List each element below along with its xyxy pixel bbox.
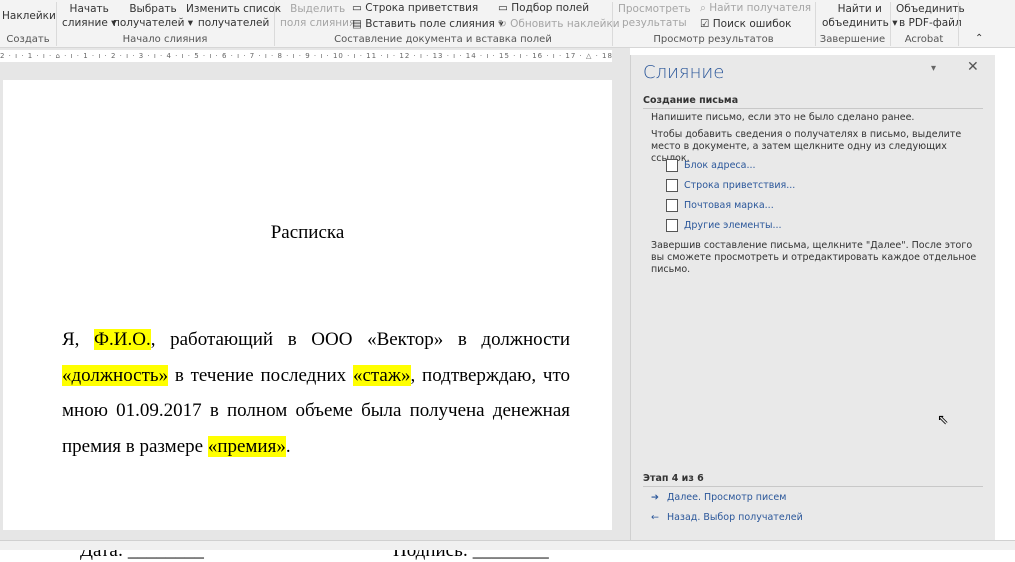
next-step-link[interactable]: ➔ Далее. Просмотр писем (651, 492, 786, 503)
group-label: Завершение (819, 34, 886, 45)
previous-step-link[interactable]: ← Назад. Выбор получателей (651, 512, 803, 523)
horizontal-ruler[interactable]: 2 · ı · 1 · ı · ⌂ · ı · 1 · ı · 2 · ı · … (0, 50, 612, 62)
step-indicator: Этап 4 из 6 (643, 473, 983, 487)
instruction-text: Напишите письмо, если это не было сделан… (651, 112, 915, 123)
group-label: Создать (6, 34, 50, 45)
merge-field-position[interactable]: «должность» (62, 364, 169, 386)
instruction-text: Завершив составление письма, щелкните "Д… (651, 240, 977, 275)
group-label: Составление документа и вставка полей (334, 34, 552, 45)
find-recipient-button[interactable]: ⌕ Найти получателя (700, 1, 811, 15)
update-labels-button[interactable]: ↻ Обновить наклейки (498, 17, 620, 31)
document-page[interactable]: Расписка Я, Ф.И.О., работающий в ООО «Ве… (3, 80, 612, 561)
check-errors-button[interactable]: ☑ Поиск ошибок (700, 17, 791, 31)
merge-field-experience[interactable]: «стаж» (352, 364, 411, 386)
table-icon (666, 219, 678, 232)
greeting-line-icon (666, 179, 678, 192)
mouse-pointer-icon: ⇖ (937, 412, 949, 428)
select-recipients-button[interactable]: Выбрать получателей ▾ (113, 2, 193, 30)
electronic-postage-link[interactable]: Почтовая марка... (666, 199, 774, 212)
pane-title: Слияние (643, 62, 725, 83)
collapse-ribbon-icon[interactable]: ⌃ (975, 32, 983, 46)
pane-options-icon[interactable]: ▾ (931, 63, 936, 74)
mail-merge-pane: Слияние ▾ ✕ Создание письма Напишите пис… (630, 55, 995, 540)
finish-merge-button[interactable]: Найти и объединить ▾ (822, 2, 897, 30)
greeting-line-link[interactable]: Строка приветствия... (666, 179, 795, 192)
arrow-right-icon: ➔ (651, 492, 659, 503)
arrow-left-icon: ← (651, 512, 659, 523)
group-label: Начало слияния (122, 34, 208, 45)
section-heading: Создание письма (643, 95, 983, 109)
insert-merge-field-button[interactable]: ▤ Вставить поле слияния ▾ (352, 17, 503, 31)
postage-icon (666, 199, 678, 212)
preview-results-button[interactable]: Просмотреть результаты (618, 2, 691, 30)
group-label: Acrobat (904, 34, 944, 45)
start-merge-button[interactable]: Начать слияние ▾ (62, 2, 116, 30)
address-block-icon (666, 159, 678, 172)
close-icon[interactable]: ✕ (967, 59, 979, 75)
greeting-line-button[interactable]: ▭ Строка приветствия (352, 1, 478, 15)
labels-button[interactable]: Наклейки (2, 9, 56, 23)
merge-to-pdf-button[interactable]: Объединить в PDF-файл (896, 2, 965, 30)
status-bar (0, 540, 1015, 550)
document-title: Расписка (270, 222, 345, 243)
document-paragraph: Я, Ф.И.О., работающий в ООО «Вектор» в д… (62, 329, 570, 457)
group-label: Просмотр результатов (653, 34, 774, 45)
merge-field-bonus[interactable]: «премия» (207, 435, 286, 457)
merge-field-fio[interactable]: Ф.И.О. (94, 329, 151, 350)
match-fields-button[interactable]: ▭ Подбор полей (498, 1, 589, 15)
edit-recipients-button[interactable]: Изменить список получателей (186, 2, 281, 30)
highlight-fields-button[interactable]: Выделить поля слияния (280, 2, 355, 30)
divider (958, 2, 959, 46)
address-block-link[interactable]: Блок адреса... (666, 159, 756, 172)
more-items-link[interactable]: Другие элементы... (666, 219, 782, 232)
ribbon: Наклейки Начать слияние ▾ Выбрать получате… (0, 0, 1015, 48)
